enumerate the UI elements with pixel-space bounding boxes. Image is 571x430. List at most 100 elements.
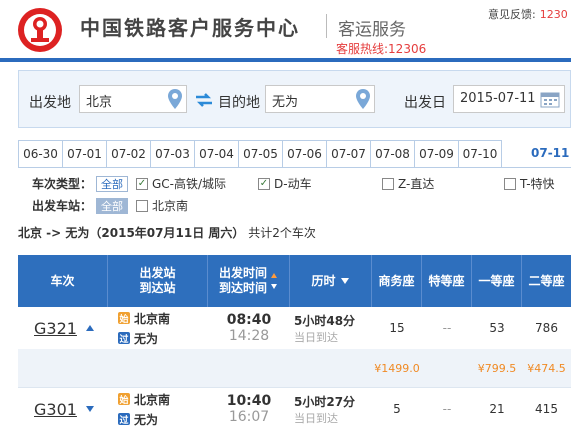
start-badge: 始 xyxy=(118,312,130,325)
price-row: ¥1499.0 ¥799.5 ¥474.5 xyxy=(18,349,571,387)
filter-t[interactable]: T-特快 xyxy=(504,175,555,192)
second-seats[interactable]: 786 xyxy=(522,307,571,349)
calendar-icon[interactable] xyxy=(540,90,560,108)
col-first: 一等座 xyxy=(472,255,522,307)
from-value: 北京 xyxy=(86,95,113,110)
col-duration-label: 历时 xyxy=(311,273,336,288)
filter-z[interactable]: Z-直达 xyxy=(382,175,490,192)
premium-seats: -- xyxy=(442,321,452,335)
col-time[interactable]: 出发时间 到达时间 xyxy=(208,255,290,307)
col-time-line2: 到达时间 xyxy=(218,281,267,295)
start-badge: 始 xyxy=(118,393,130,406)
to-input[interactable]: 无为 xyxy=(265,85,375,113)
checkbox-icon[interactable] xyxy=(136,199,148,212)
site-header: 中国铁路客户服务中心 客运服务 客服热线:12306 意见反馈: 1230 xyxy=(0,0,571,58)
col-business: 商务座 xyxy=(372,255,422,307)
col-second: 二等座 xyxy=(528,273,565,288)
feedback-number: 1230 xyxy=(539,8,568,21)
col-train: 车次 xyxy=(18,255,108,307)
train-type-label: 车次类型： xyxy=(32,177,93,191)
filter-d[interactable]: ✓ D-动车 xyxy=(258,175,368,192)
filter-gc[interactable]: ✓ GC-高铁/城际 xyxy=(136,175,244,192)
hotline-text: 客服热线:12306 xyxy=(336,42,427,56)
arrive-time: 16:07 xyxy=(228,409,270,425)
date-tab[interactable]: 07-10 xyxy=(458,140,502,168)
business-seats[interactable]: 15 xyxy=(372,307,422,349)
to-label: 目的地 xyxy=(218,95,260,111)
table-header: 车次 出发站 到达站 出发时间 到达时间 历时 商务座 特等座 一等座 二等座 xyxy=(18,255,571,307)
date-tab[interactable]: 06-30 xyxy=(18,140,62,168)
date-tab-active[interactable]: 07-11 xyxy=(531,146,569,160)
to-station: 过无为 xyxy=(118,330,158,347)
second-seats[interactable]: 415 xyxy=(522,388,571,430)
checkbox-checked-icon[interactable]: ✓ xyxy=(136,177,148,190)
arrive-day: 当日到达 xyxy=(294,411,338,425)
first-seats[interactable]: 21 xyxy=(472,388,522,430)
location-pin-icon xyxy=(168,89,182,109)
date-tab[interactable]: 07-06 xyxy=(282,140,326,168)
from-station: 始北京南 xyxy=(118,391,170,408)
arrive-time: 14:28 xyxy=(228,328,270,344)
station-filter: 出发车站： 全部 北京南 xyxy=(32,197,202,214)
tabs-divider xyxy=(18,167,571,168)
checkbox-icon[interactable] xyxy=(504,177,516,190)
sort-down-icon xyxy=(340,278,349,284)
table-row[interactable]: G321 始北京南 过无为 08:40 14:28 5小时48分 当日到达 15… xyxy=(18,307,571,349)
col-station: 出发站 到达站 xyxy=(108,255,208,307)
pass-badge: 过 xyxy=(118,413,130,426)
result-route: 北京 -> 无为（2015年07月11日 周六） xyxy=(18,226,245,240)
duration: 5小时48分 xyxy=(294,313,356,328)
filter-d-label: D-动车 xyxy=(274,177,312,191)
sort-arrows-icon xyxy=(271,273,277,289)
train-number-link[interactable]: G301 xyxy=(34,400,77,419)
site-brand[interactable]: 中国铁路客户服务中心 xyxy=(80,12,300,41)
price-second: ¥474.5 xyxy=(527,361,566,375)
depart-time: 08:40 xyxy=(226,312,272,328)
business-seats[interactable]: 5 xyxy=(372,388,422,430)
checkbox-icon[interactable] xyxy=(382,177,394,190)
premium-seats: -- xyxy=(442,402,452,416)
train-number-link[interactable]: G321 xyxy=(34,319,77,338)
expand-down-icon[interactable] xyxy=(85,405,95,413)
to-value: 无为 xyxy=(272,95,299,110)
swap-icon[interactable] xyxy=(196,93,212,107)
col-duration[interactable]: 历时 xyxy=(290,255,372,307)
station-filter-label: 出发车站： xyxy=(32,199,93,213)
filter-station-label: 北京南 xyxy=(152,199,189,213)
expand-up-icon[interactable] xyxy=(85,324,95,332)
checkbox-checked-icon[interactable]: ✓ xyxy=(258,177,270,190)
from-input[interactable]: 北京 xyxy=(79,85,187,113)
date-tab[interactable]: 07-08 xyxy=(370,140,414,168)
site-subtitle: 客运服务 xyxy=(338,20,406,40)
col-premium: 特等座 xyxy=(422,255,472,307)
filter-station-beijingnan[interactable]: 北京南 xyxy=(136,197,188,214)
date-tab[interactable]: 07-09 xyxy=(414,140,458,168)
station-all-button[interactable]: 全部 xyxy=(96,197,128,214)
col-station-line2: 到达站 xyxy=(139,281,176,295)
search-panel: 出发地 北京 目的地 无为 出发日 2015-07-11 xyxy=(18,70,571,128)
from-station-name: 北京南 xyxy=(134,392,171,407)
date-tab[interactable]: 07-03 xyxy=(150,140,194,168)
train-type-all-button[interactable]: 全部 xyxy=(96,175,128,192)
from-label: 出发地 xyxy=(29,95,71,111)
date-tabs: 06-30 07-01 07-02 07-03 07-04 07-05 07-0… xyxy=(18,140,502,168)
table-row[interactable]: G301 始北京南 过无为 10:40 16:07 5小时27分 当日到达 5 … xyxy=(18,388,571,430)
date-tab[interactable]: 07-04 xyxy=(194,140,238,168)
date-tab[interactable]: 07-05 xyxy=(238,140,282,168)
header-bar xyxy=(0,58,571,62)
to-station: 过无为 xyxy=(118,411,158,428)
from-station: 始北京南 xyxy=(118,310,170,327)
feedback-link[interactable]: 意见反馈: 1230 xyxy=(488,6,568,22)
pass-badge: 过 xyxy=(118,332,130,345)
to-station-name: 无为 xyxy=(134,412,159,427)
date-tab[interactable]: 07-07 xyxy=(326,140,370,168)
date-tab[interactable]: 07-02 xyxy=(106,140,150,168)
feedback-label: 意见反馈: xyxy=(488,8,536,21)
arrive-day: 当日到达 xyxy=(294,330,338,344)
date-input[interactable]: 2015-07-11 xyxy=(453,85,565,113)
railway-logo-icon xyxy=(18,8,62,52)
first-seats[interactable]: 53 xyxy=(472,307,522,349)
date-tab[interactable]: 07-01 xyxy=(62,140,106,168)
train-type-filter: 车次类型： 全部 ✓ GC-高铁/城际 ✓ D-动车 Z-直达 T-特快 xyxy=(32,175,569,192)
price-business: ¥1499.0 xyxy=(374,361,420,375)
